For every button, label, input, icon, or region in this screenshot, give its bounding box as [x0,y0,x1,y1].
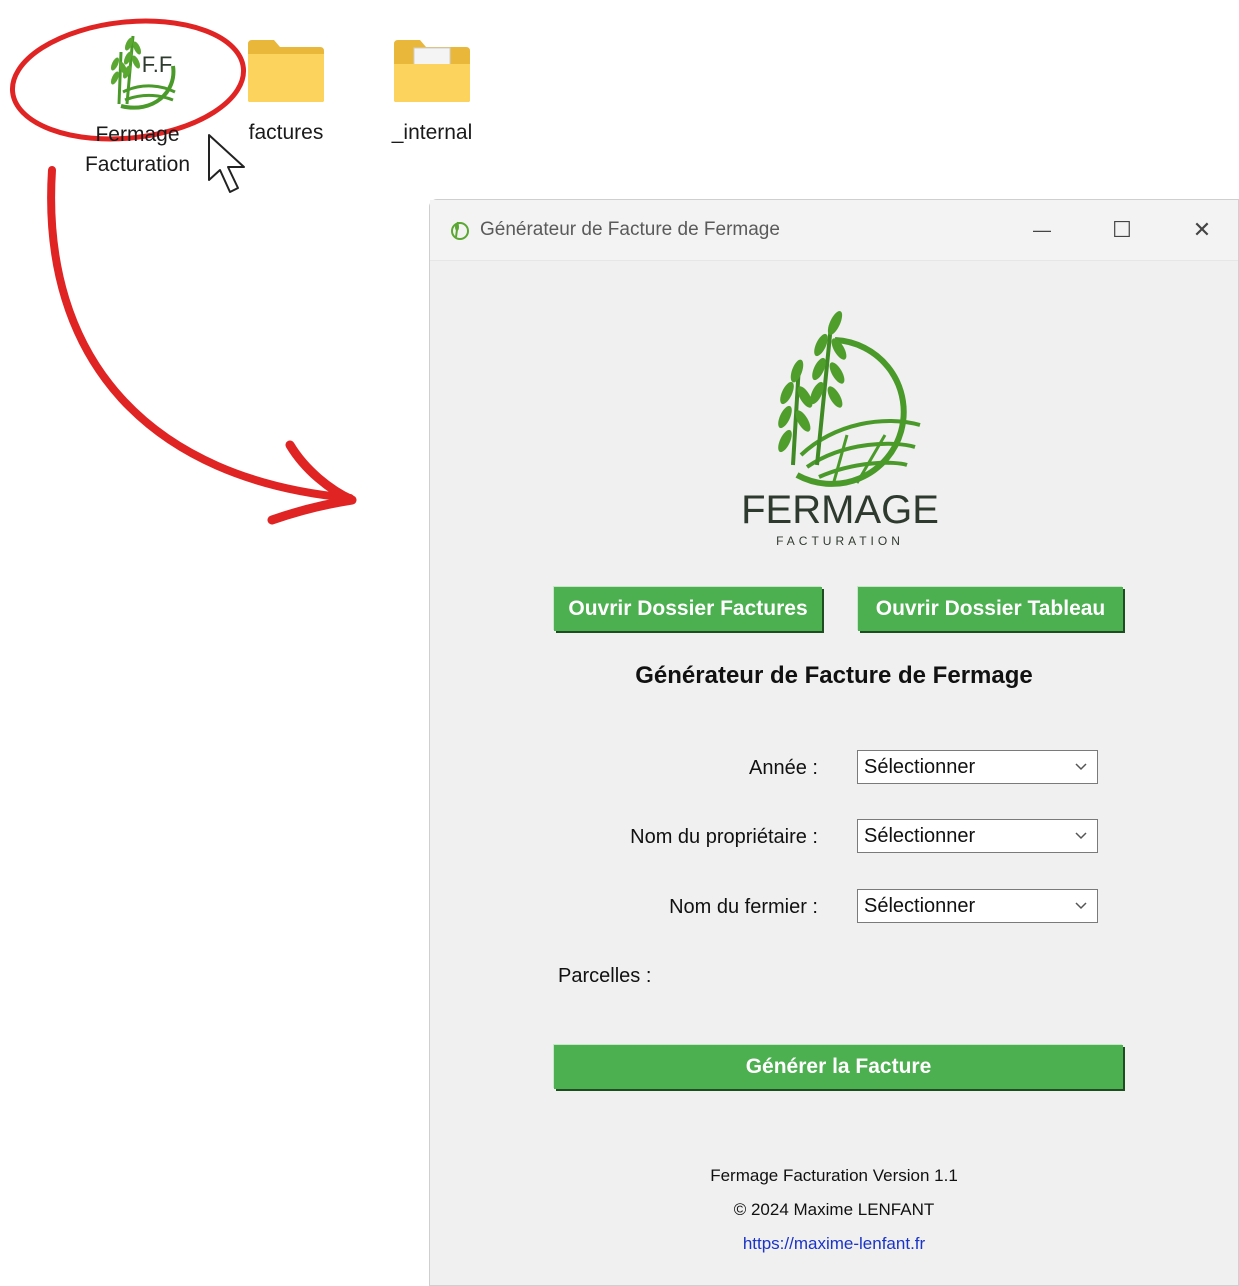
app-window: Générateur de Facture de Fermage — ☐ ✕ F… [429,199,1239,1286]
window-titlebar[interactable]: Générateur de Facture de Fermage — ☐ ✕ [430,200,1238,261]
close-icon: ✕ [1192,217,1212,242]
minimize-button[interactable]: — [1012,210,1072,250]
farmer-label: Nom du fermier : [669,896,818,918]
website-link[interactable]: https://maxime-lenfant.fr [430,1234,1238,1254]
close-button[interactable]: ✕ [1172,210,1232,250]
minimize-icon: — [1033,219,1051,240]
window-title: Générateur de Facture de Fermage [480,219,780,240]
chevron-down-icon [1075,832,1087,840]
logo-name: FERMAGE [741,488,939,532]
parcels-label: Parcelles : [558,965,652,987]
app-titlebar-icon [451,221,469,240]
folder-with-file-icon: py [394,40,470,102]
owner-label: Nom du propriétaire : [630,826,818,848]
owner-select[interactable]: Sélectionner [857,819,1098,853]
desktop-folder-factures[interactable]: factures [236,38,336,148]
year-select-value: Sélectionner [864,755,976,778]
desktop-icon-label-line1: Fermage [95,123,180,146]
app-icon-text: F.F [141,52,172,77]
open-invoices-folder-button[interactable]: Ouvrir Dossier Factures [554,587,822,631]
logo-subtitle: FACTURATION [776,534,904,548]
chevron-down-icon [1075,763,1087,771]
farmer-select-value: Sélectionner [864,894,976,917]
copyright-text: © 2024 Maxime LENFANT [733,1200,935,1219]
fermage-logo: FERMAGE FACTURATION [741,311,939,548]
desktop-folder-label: factures [248,121,324,144]
desktop-icon-label-line2: Facturation [84,153,191,176]
open-table-folder-button[interactable]: Ouvrir Dossier Tableau [858,587,1123,631]
form-heading: Générateur de Facture de Fermage [635,662,1033,689]
fermage-app-icon: F.F [110,35,176,110]
chevron-down-icon [1075,902,1087,910]
desktop-folder-label: _internal [391,121,473,144]
folder-icon [248,40,324,102]
year-label: Année : [749,757,818,779]
farmer-select[interactable]: Sélectionner [857,889,1098,923]
desktop-folder-internal[interactable]: py _internal [382,38,482,148]
year-select[interactable]: Sélectionner [857,750,1098,784]
maximize-icon: ☐ [1112,217,1132,242]
desktop-icon-fermage-facturation[interactable]: F.F Fermage Facturation [70,30,205,180]
owner-select-value: Sélectionner [864,824,976,847]
version-text: Fermage Facturation Version 1.1 [710,1166,958,1185]
maximize-button[interactable]: ☐ [1092,210,1152,250]
generate-invoice-button[interactable]: Générer la Facture [554,1045,1123,1089]
